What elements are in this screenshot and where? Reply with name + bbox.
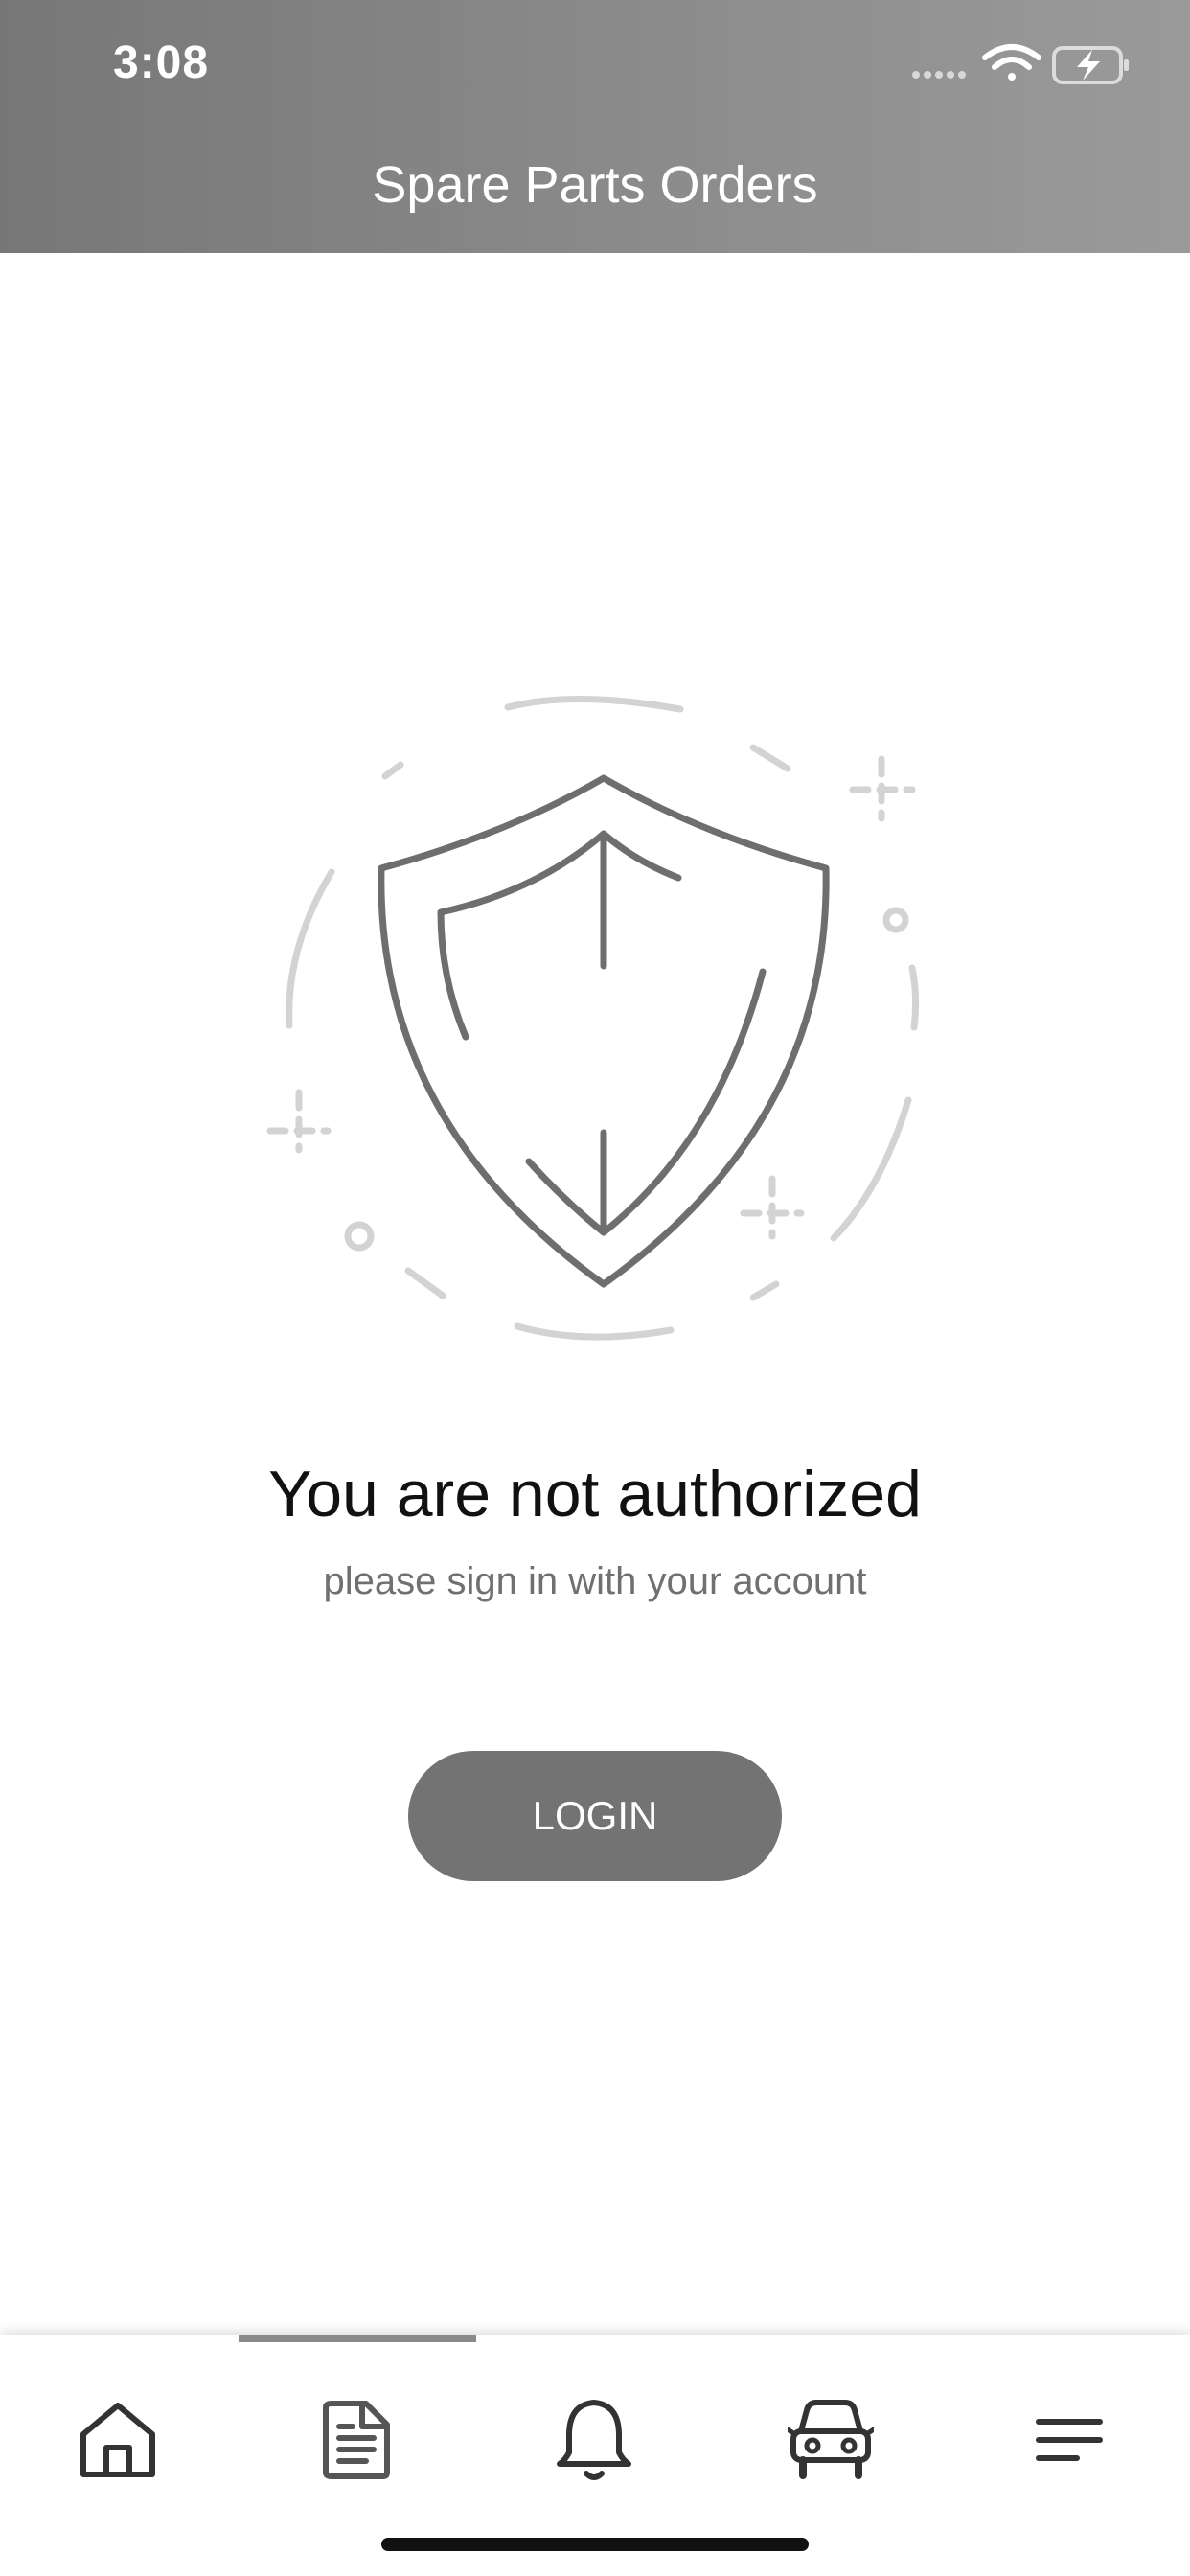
app-header: 3:08 Spare Parts Orders (0, 0, 1190, 253)
shield-icon (266, 696, 920, 1341)
signal-dots-icon (912, 71, 966, 79)
battery-charging-icon (1052, 46, 1129, 84)
wifi-icon (982, 44, 1041, 80)
document-icon (323, 2401, 390, 2479)
active-tab-indicator (239, 2334, 476, 2342)
shield-outline (378, 774, 830, 1288)
tab-vehicles[interactable] (783, 2392, 879, 2488)
tab-menu[interactable] (1021, 2392, 1117, 2488)
home-indicator (381, 2538, 809, 2551)
illustration-decoration (266, 696, 920, 1341)
status-icons (912, 44, 1129, 84)
login-button[interactable]: LOGIN (408, 1751, 782, 1881)
unauthorized-heading: You are not authorized (268, 1458, 922, 1530)
page-title: Spare Parts Orders (372, 156, 818, 214)
tab-orders[interactable] (309, 2392, 404, 2488)
tab-home[interactable] (70, 2392, 166, 2488)
home-icon (80, 2403, 155, 2477)
bell-icon (557, 2400, 631, 2480)
status-time: 3:08 (113, 37, 210, 88)
tab-notifications[interactable] (546, 2392, 642, 2488)
menu-icon (1036, 2419, 1103, 2461)
car-icon (788, 2400, 874, 2479)
unauthorized-subheading: please sign in with your account (323, 1560, 867, 1602)
